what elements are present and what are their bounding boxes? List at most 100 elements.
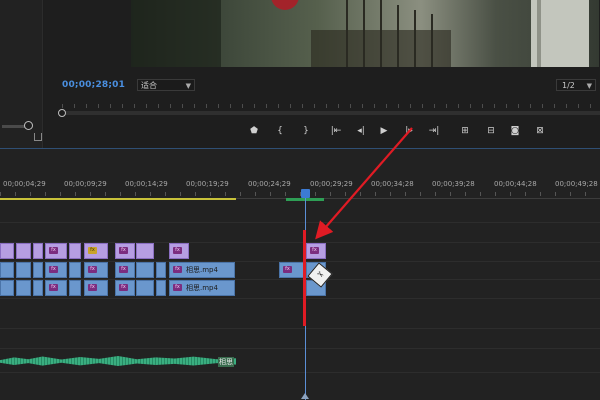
video-clip[interactable] xyxy=(33,243,43,259)
clip-name: 相思.mp4 xyxy=(186,266,218,274)
ruler-tick xyxy=(410,104,411,108)
linked-clip[interactable] xyxy=(16,262,31,278)
ruler-tick xyxy=(135,192,136,196)
linked-clip[interactable]: fx xyxy=(84,262,108,278)
fx-badge: fx xyxy=(49,247,58,254)
step-forward-icon[interactable]: |▸ xyxy=(402,124,416,138)
video-clip[interactable] xyxy=(16,243,31,259)
ruler-tick xyxy=(194,104,195,108)
ruler-tick xyxy=(465,192,466,196)
video-clip[interactable] xyxy=(136,243,154,259)
linked-clip[interactable] xyxy=(0,280,14,296)
timeline-playhead-handle[interactable] xyxy=(301,189,310,198)
linked-clip[interactable] xyxy=(0,262,14,278)
linked-clip-named[interactable]: fx 相思.mp4 xyxy=(169,280,235,296)
ruler-tick xyxy=(495,192,496,196)
ruler-tick xyxy=(315,192,316,196)
fx-badge: fx xyxy=(49,284,58,291)
ruler-tick xyxy=(122,104,123,108)
play-icon[interactable]: ▶ xyxy=(377,124,391,138)
ruler-tick xyxy=(150,192,151,196)
audio-clip-name: 相思 xyxy=(218,357,234,367)
playhead-timecode[interactable]: 00;00;28;01 xyxy=(62,80,125,90)
ruler-tick xyxy=(302,104,303,108)
linked-clip[interactable] xyxy=(136,262,154,278)
ruler-tick xyxy=(518,104,519,108)
ruler-tick xyxy=(278,104,279,108)
linked-clip[interactable] xyxy=(33,280,43,296)
ruler-tick xyxy=(86,104,87,108)
video-clip[interactable] xyxy=(69,243,81,259)
ruler-tick xyxy=(578,104,579,108)
linked-clip[interactable] xyxy=(156,280,166,296)
linked-clip[interactable]: fx xyxy=(115,280,135,296)
fx-badge: fx xyxy=(88,266,97,273)
linked-clip[interactable]: fx xyxy=(45,262,67,278)
overwrite-icon[interactable]: ⊟ xyxy=(484,124,498,138)
linked-clip-named[interactable]: fx 相思.mp4 xyxy=(169,262,235,278)
zoom-fit-dropdown[interactable]: 适合 ▼ xyxy=(137,79,195,91)
video-clip[interactable]: fx xyxy=(169,243,189,259)
ruler-tick xyxy=(180,192,181,196)
video-clip[interactable] xyxy=(0,243,14,259)
ruler-tick xyxy=(446,104,447,108)
work-area-bar[interactable] xyxy=(0,198,236,200)
ruler-tick xyxy=(450,192,451,196)
ruler-tick xyxy=(398,104,399,108)
export-frame-icon[interactable]: ◙ xyxy=(508,124,522,138)
ruler-tick xyxy=(570,192,571,196)
ruler-tick xyxy=(434,104,435,108)
fx-badge: fx xyxy=(119,284,128,291)
ruler-tick xyxy=(540,192,541,196)
linked-clip[interactable]: fx xyxy=(45,280,67,296)
ruler-tick xyxy=(230,104,231,108)
ruler-tick xyxy=(254,104,255,108)
insert-icon[interactable]: ⊞ xyxy=(458,124,472,138)
monitor-playhead-knob[interactable] xyxy=(58,109,66,117)
export-icon[interactable] xyxy=(34,133,42,141)
monitor-time-ruler[interactable] xyxy=(62,104,600,110)
fx-badge: fx xyxy=(88,247,97,254)
ruler-tick xyxy=(225,192,226,196)
video-clip[interactable]: fx xyxy=(45,243,67,259)
step-back-icon[interactable]: ◂| xyxy=(354,124,368,138)
linked-clip[interactable]: fx xyxy=(84,280,108,296)
linked-clip[interactable] xyxy=(156,262,166,278)
timeline-time-ruler[interactable]: 00;00;04;29 00;00;09;29 00;00;14;29 00;0… xyxy=(0,175,600,199)
ruler-tick xyxy=(60,192,61,196)
linked-clip[interactable]: fx xyxy=(279,262,305,278)
ruler-tick xyxy=(330,192,331,196)
ruler-tick xyxy=(290,104,291,108)
go-to-in-icon[interactable]: |⇤ xyxy=(329,124,343,138)
go-to-out-icon[interactable]: ⇥| xyxy=(427,124,441,138)
ruler-tick xyxy=(270,192,271,196)
video-clip[interactable]: fx xyxy=(306,243,326,259)
ruler-tick xyxy=(218,104,219,108)
linked-clip[interactable] xyxy=(136,280,154,296)
mark-in-icon[interactable]: { xyxy=(273,124,287,138)
linked-clip[interactable] xyxy=(69,280,81,296)
video-clip[interactable]: fx xyxy=(84,243,108,259)
ruler-tick xyxy=(470,104,471,108)
clip-name: 相思.mp4 xyxy=(186,284,218,292)
ruler-tick xyxy=(134,104,135,108)
playback-resolution-dropdown[interactable]: 1/2 ▼ xyxy=(556,79,596,91)
ruler-label: 00;00;49;28 xyxy=(555,180,598,188)
ruler-tick xyxy=(542,104,543,108)
ruler-tick xyxy=(345,192,346,196)
track-separator xyxy=(0,328,600,329)
linked-clip[interactable]: fx xyxy=(115,262,135,278)
ruler-tick xyxy=(74,104,75,108)
monitor-scrub-bar[interactable] xyxy=(62,111,600,115)
ruler-tick xyxy=(255,192,256,196)
linked-clip[interactable] xyxy=(69,262,81,278)
ruler-tick xyxy=(530,104,531,108)
video-clip[interactable]: fx xyxy=(115,243,135,259)
ruler-label: 00;00;34;28 xyxy=(371,180,414,188)
zoom-slider-knob[interactable] xyxy=(24,121,33,130)
marker-icon[interactable]: ⬟ xyxy=(247,124,261,138)
mark-out-icon[interactable]: } xyxy=(299,124,313,138)
linked-clip[interactable] xyxy=(16,280,31,296)
linked-clip[interactable] xyxy=(33,262,43,278)
comparison-view-icon[interactable]: ⊠ xyxy=(533,124,547,138)
